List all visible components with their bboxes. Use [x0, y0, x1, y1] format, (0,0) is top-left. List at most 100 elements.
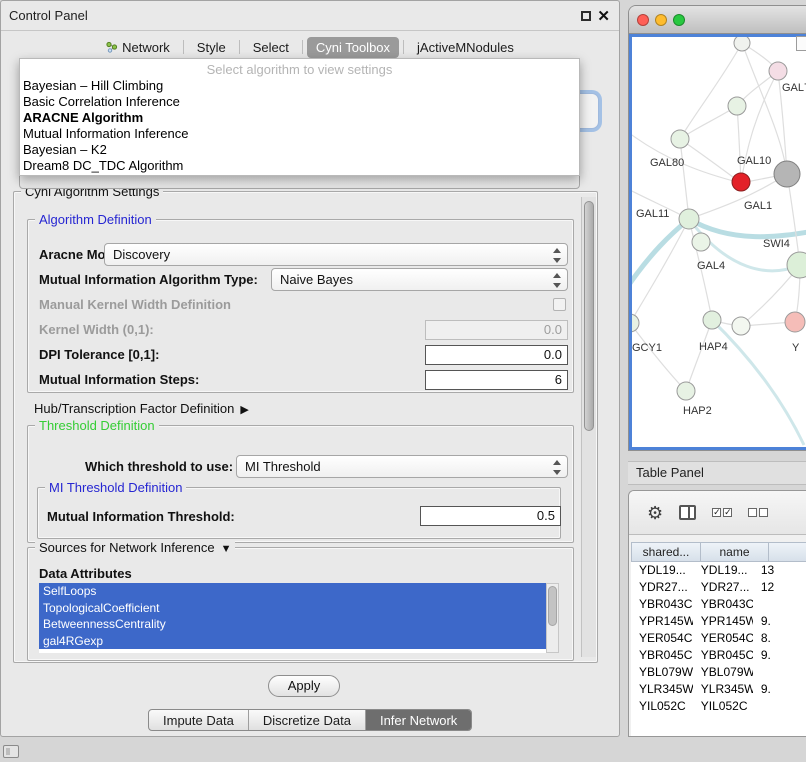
mi-algorithm-type-label: Mutual Information Algorithm Type: [39, 272, 258, 288]
mi-algorithm-type-select[interactable]: Naive Bayes [271, 268, 568, 291]
attributes-scrollbar[interactable] [546, 583, 559, 653]
network-node[interactable] [774, 161, 800, 187]
bottom-tab-discretize-data[interactable]: Discretize Data [248, 710, 365, 730]
attribute-item[interactable]: SelfLoops [39, 583, 546, 600]
tab-label: Cyni Toolbox [316, 40, 390, 55]
network-node-gal11[interactable] [679, 209, 699, 229]
table-cell: YBR045C [693, 647, 753, 664]
column-header[interactable]: shared... [631, 542, 701, 562]
network-canvas[interactable]: GAL7GAL80GAL10GAL11GAL1SWI4GAL4GCY1HAP4H… [629, 34, 806, 450]
column-header[interactable]: name [701, 542, 769, 562]
canvas-scrollbar-button[interactable] [796, 36, 806, 51]
network-window-titlebar[interactable] [629, 6, 806, 34]
table-row[interactable]: YPR145WYPR145W9. [631, 613, 806, 630]
algorithm-option[interactable]: Bayesian – K2 [20, 142, 579, 158]
network-edge[interactable] [737, 106, 741, 183]
zoom-traffic-light-icon[interactable] [673, 14, 685, 26]
network-node-gal80[interactable] [671, 130, 689, 148]
settings-scrollbar[interactable] [581, 197, 596, 657]
network-node[interactable] [732, 317, 750, 335]
manual-kernel-width-checkbox[interactable] [553, 298, 566, 311]
network-node[interactable] [787, 252, 806, 278]
table-row[interactable]: YBR043CYBR043C [631, 596, 806, 613]
table-row[interactable]: YER054CYER054C8. [631, 630, 806, 647]
network-node-hap2[interactable] [677, 382, 695, 400]
attributes-scrollbar-thumb[interactable] [548, 586, 557, 626]
table-panel-window: ⚙ shared...name YDL19...YDL19...13YDR27.… [628, 490, 806, 737]
network-node-hap4[interactable] [703, 311, 721, 329]
network-node-gcy1[interactable] [632, 314, 639, 332]
network-node-gal10[interactable] [732, 173, 750, 191]
network-edge[interactable] [680, 106, 737, 139]
data-attributes-list[interactable]: SelfLoopsTopologicalCoefficientBetweenne… [39, 583, 546, 653]
algorithm-option[interactable]: Dream8 DC_TDC Algorithm [20, 158, 579, 174]
network-edge[interactable] [689, 219, 806, 237]
columns-icon[interactable] [679, 505, 696, 520]
network-node[interactable] [734, 37, 750, 51]
dpi-tolerance-input[interactable]: 0.0 [425, 345, 568, 365]
table-row[interactable]: YDR27...YDR27...12 [631, 579, 806, 596]
algorithm-option[interactable]: Basic Correlation Inference [20, 94, 579, 110]
network-node[interactable] [785, 312, 805, 332]
network-edge[interactable] [712, 320, 804, 445]
network-node[interactable] [769, 62, 787, 80]
combo-arrows-icon [552, 460, 562, 475]
mi-threshold-group-title: MI Threshold Definition [45, 480, 186, 495]
table-cell: YBL079W [631, 664, 693, 681]
settings-scrollbar-thumb[interactable] [584, 201, 594, 431]
table-settings-gear-icon[interactable]: ⚙ [647, 504, 663, 522]
network-edge[interactable] [680, 139, 689, 219]
deselect-all-columns-icon[interactable] [748, 508, 768, 517]
algorithm-option[interactable]: ARACNE Algorithm [20, 110, 579, 126]
attribute-item[interactable]: BetweennessCentrality [39, 616, 546, 633]
table-row[interactable]: YLR345WYLR345W9. [631, 681, 806, 698]
close-panel-icon[interactable]: ✕ [597, 7, 610, 25]
table-row[interactable]: YBR045CYBR045C9. [631, 647, 806, 664]
network-edge[interactable] [680, 139, 741, 183]
network-edge[interactable] [632, 323, 686, 391]
close-traffic-light-icon[interactable] [637, 14, 649, 26]
tab-network[interactable]: Network [97, 37, 179, 58]
table-cell: YDR27... [693, 579, 753, 596]
mi-steps-input[interactable]: 6 [425, 370, 568, 390]
network-icon [106, 41, 118, 53]
collapsed-panel-icon[interactable] [3, 745, 19, 758]
aracne-mode-select[interactable]: Discovery [104, 243, 568, 266]
tab-select[interactable]: Select [244, 37, 298, 58]
minimize-traffic-light-icon[interactable] [655, 14, 667, 26]
float-window-icon[interactable] [581, 11, 591, 21]
mi-threshold-input[interactable]: 0.5 [420, 506, 561, 526]
which-threshold-select[interactable]: MI Threshold [236, 455, 568, 478]
algorithm-option[interactable]: Mutual Information Inference [20, 126, 579, 142]
node-label-gal7: GAL7 [782, 82, 806, 94]
network-edge[interactable] [686, 320, 712, 391]
attribute-item[interactable]: gal4RGexp [39, 633, 546, 650]
table-row[interactable]: YBL079WYBL079W [631, 664, 806, 681]
attribute-item[interactable]: TopologicalCoefficient [39, 600, 546, 617]
tab-style[interactable]: Style [188, 37, 235, 58]
select-all-columns-icon[interactable] [712, 508, 732, 517]
hub-definition-expander[interactable]: Hub/Transcription Factor Definition▶ [34, 401, 249, 418]
apply-button[interactable]: Apply [268, 675, 340, 697]
tab-label: Select [253, 40, 289, 55]
column-header[interactable] [769, 542, 806, 562]
table-cell [753, 596, 806, 613]
network-edge[interactable] [632, 219, 689, 292]
sources-expander[interactable]: Sources for Network Inference▼ [35, 540, 235, 557]
algorithm-option[interactable]: Bayesian – Hill Climbing [20, 78, 579, 94]
tab-bar: Network Style Select Cyni Toolbox jActiveMNo… [11, 35, 609, 59]
tab-cyni-toolbox[interactable]: Cyni Toolbox [307, 37, 399, 58]
bottom-tab-infer-network[interactable]: Infer Network [365, 710, 471, 730]
network-node-gal4[interactable] [692, 233, 710, 251]
node-label-gal10: GAL10 [737, 155, 771, 167]
tab-jactivemnodules[interactable]: jActiveMNodules [408, 37, 523, 58]
network-edge[interactable] [787, 174, 800, 265]
table-row[interactable]: YDL19...YDL19...13 [631, 562, 806, 579]
tab-separator [239, 40, 240, 54]
network-node[interactable] [728, 97, 746, 115]
kernel-width-input[interactable]: 0.0 [425, 320, 568, 340]
table-row[interactable]: YIL052CYIL052C [631, 698, 806, 715]
network-edge[interactable] [680, 43, 742, 139]
algorithm-options: Bayesian – Hill ClimbingBasic Correlatio… [20, 78, 579, 174]
bottom-tab-impute-data[interactable]: Impute Data [149, 710, 248, 730]
